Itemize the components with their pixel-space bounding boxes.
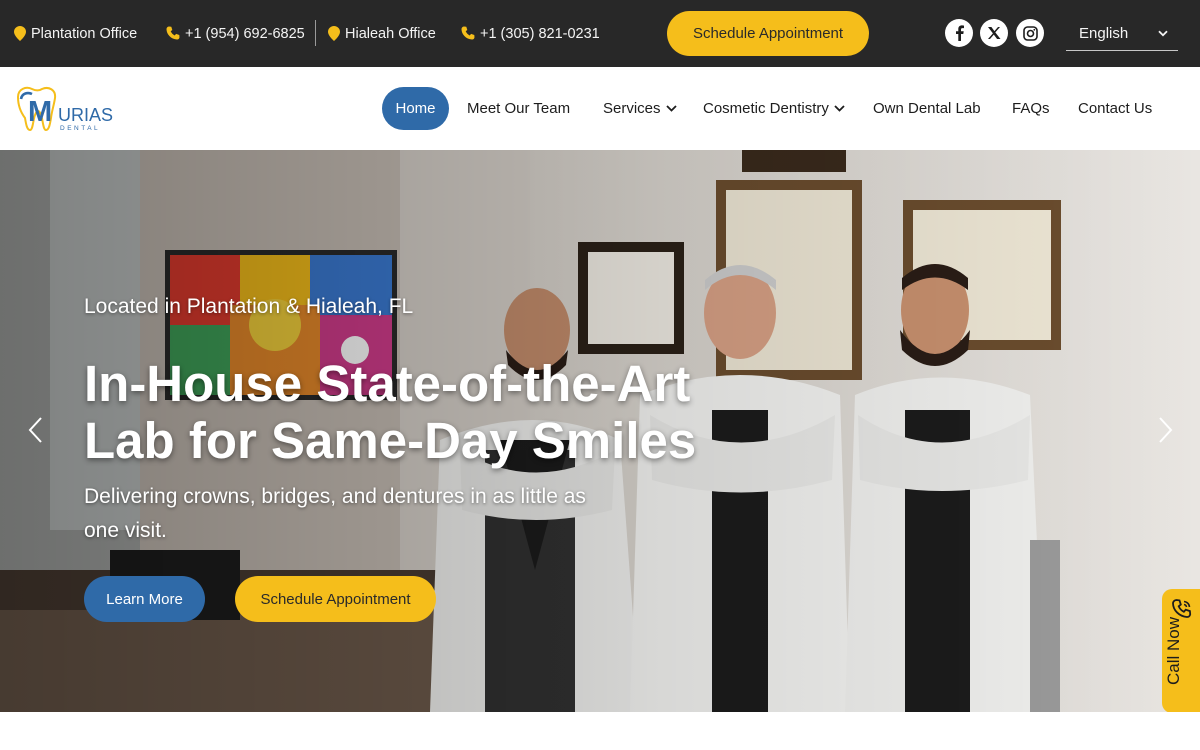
call-now-label: Call Now [1164,616,1183,685]
tooth-logo-icon: M URIAS DENTAL [16,86,113,132]
slider-next-button[interactable] [1152,415,1176,445]
nav-home-label: Home [395,100,436,117]
nav-meet-our-team-label: Meet Our Team [467,100,571,117]
language-value: English [1079,25,1129,42]
phone-icon [461,26,475,40]
plantation-phone: +1 (954) 692-6825 [185,25,305,42]
schedule-appointment-button[interactable]: Schedule Appointment [667,11,869,56]
hialeah-phone: +1 (305) 821-0231 [480,25,600,42]
nav-own-dental-lab-label: Own Dental Lab [873,100,981,117]
instagram-icon [1022,25,1038,41]
nav-own-dental-lab[interactable]: Own Dental Lab [873,87,981,130]
hero-slider: Located in Plantation & Hialeah, FL In-H… [0,150,1200,712]
logo[interactable]: M URIAS DENTAL [14,83,114,135]
chevron-down-icon [834,105,845,112]
nav-faqs[interactable]: FAQs [1012,87,1050,130]
svg-text:URIAS: URIAS [58,105,113,125]
facebook-icon [955,25,964,41]
hero-title-line-2: Lab for Same-Day Smiles [84,412,697,469]
instagram-link[interactable] [1016,19,1044,47]
x-icon [988,27,1001,39]
chevron-left-icon [28,417,42,443]
call-now-button[interactable]: Call Now [1162,589,1200,713]
hero-title-line-1: In-House State-of-the-Art [84,355,691,412]
facebook-link[interactable] [945,19,973,47]
hialeah-office-link[interactable]: Hialeah Office [328,0,436,67]
svg-text:DENTAL: DENTAL [60,125,100,132]
nav-home[interactable]: Home [382,87,449,130]
nav-faqs-label: FAQs [1012,100,1050,117]
learn-more-button[interactable]: Learn More [84,576,205,622]
hero-title: In-House State-of-the-Art Lab for Same-D… [84,355,804,469]
nav-services-label: Services [603,100,661,117]
hialeah-office-label: Hialeah Office [345,25,436,42]
location-pin-icon [14,26,26,41]
topbar-divider [315,20,316,46]
plantation-phone-link[interactable]: +1 (954) 692-6825 [166,0,305,67]
svg-text:M: M [28,96,52,128]
plantation-office-link[interactable]: Plantation Office [14,0,137,67]
main-navigation: M URIAS DENTAL Home Meet Our Team Servic… [0,67,1200,150]
language-select[interactable]: English [1066,17,1178,51]
hero-description: Delivering crowns, bridges, and dentures… [84,485,586,542]
hialeah-phone-link[interactable]: +1 (305) 821-0231 [461,0,600,67]
nav-cosmetic-dentistry[interactable]: Cosmetic Dentistry [703,87,845,130]
page-below-hero [0,712,1200,750]
chevron-right-icon [1159,417,1173,443]
nav-contact-us[interactable]: Contact Us [1078,87,1152,130]
nav-cosmetic-dentistry-label: Cosmetic Dentistry [703,100,829,117]
nav-contact-us-label: Contact Us [1078,100,1153,117]
chevron-down-icon [1158,30,1168,37]
nav-services[interactable]: Services [603,87,677,130]
plantation-office-label: Plantation Office [31,25,138,42]
hero-schedule-appointment-button[interactable]: Schedule Appointment [235,576,436,622]
nav-meet-our-team[interactable]: Meet Our Team [467,87,570,130]
phone-icon [166,26,180,40]
chevron-down-icon [665,105,677,112]
hero-subtitle: Located in Plantation & Hialeah, FL [84,295,414,318]
top-bar: Plantation Office +1 (954) 692-6825 Hial… [0,0,1200,67]
location-pin-icon [328,26,340,41]
x-link[interactable] [980,19,1008,47]
slider-prev-button[interactable] [25,415,49,445]
